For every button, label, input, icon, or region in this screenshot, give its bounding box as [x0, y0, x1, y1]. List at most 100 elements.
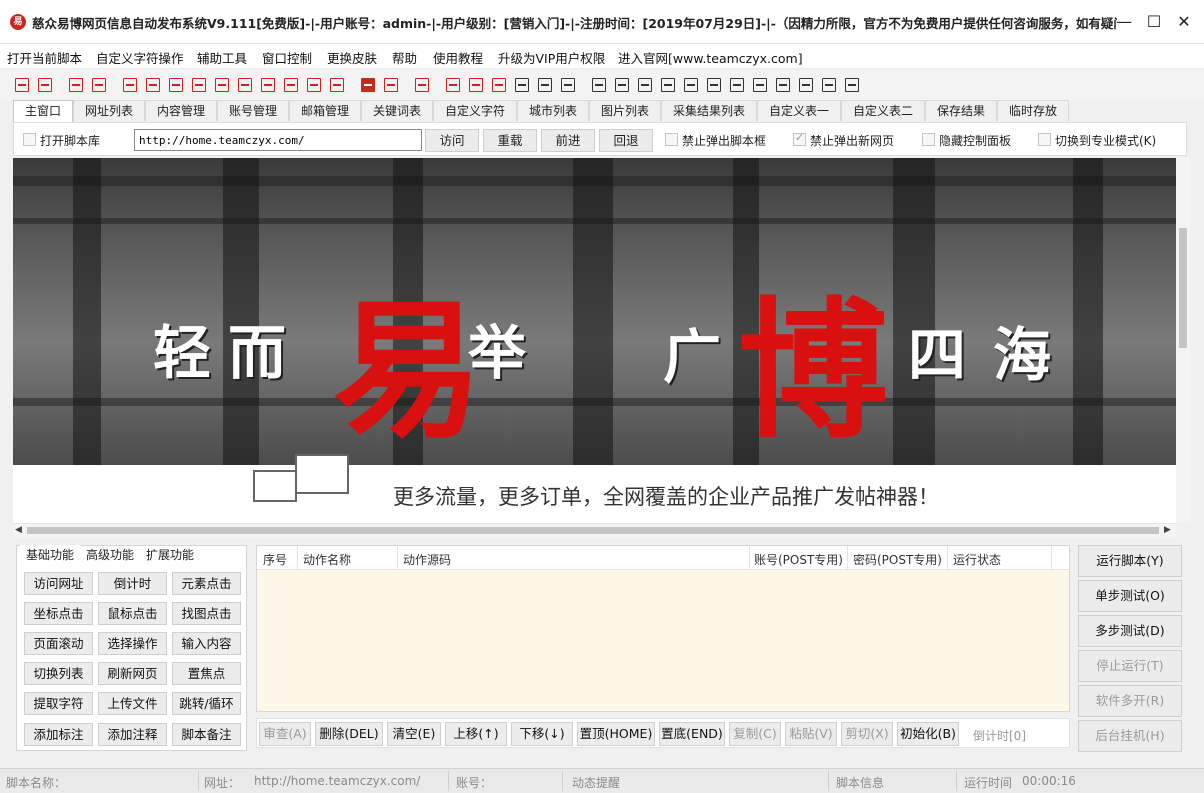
mouse-click-button[interactable]: 鼠标点击 [98, 602, 167, 625]
scroll-left-icon[interactable]: ◀ [15, 525, 22, 535]
calendar-icon[interactable] [561, 78, 575, 92]
chart-icon[interactable] [415, 78, 429, 92]
tab-custom-chars[interactable]: 自定义字符 [433, 100, 517, 121]
js-icon[interactable] [592, 78, 606, 92]
pro-mode-checkbox[interactable] [1038, 133, 1051, 146]
horizontal-scroll-thumb[interactable] [27, 527, 1159, 534]
maximize-button[interactable]: ☐ [1140, 8, 1168, 36]
menu-window-control[interactable]: 窗口控制 [262, 48, 312, 67]
script-note-button[interactable]: 脚本备注 [172, 723, 241, 746]
tab-temp-storage[interactable]: 临时存放 [997, 100, 1069, 121]
image-icon[interactable] [492, 78, 506, 92]
initialize-button[interactable]: 初始化(B) [897, 722, 959, 746]
tab-collect-results[interactable]: 采集结果列表 [661, 100, 757, 121]
picture-icon[interactable] [845, 78, 859, 92]
visit-url-button[interactable]: 访问网址 [24, 572, 93, 595]
stop-run-button[interactable]: 停止运行(T) [1078, 650, 1182, 682]
menu-tools[interactable]: 辅助工具 [197, 48, 247, 67]
select-action-button[interactable]: 选择操作 [98, 632, 167, 655]
block-new-page-checkbox[interactable] [793, 131, 806, 146]
minimize-button[interactable]: — [1110, 8, 1138, 36]
multi-instance-button[interactable]: 软件多开(R) [1078, 685, 1182, 717]
text-icon[interactable] [615, 78, 629, 92]
action-table[interactable]: 序号 动作名称 动作源码 账号(POST专用) 密码(POST专用) 运行状态 [256, 545, 1070, 712]
table-icon[interactable] [638, 78, 652, 92]
add-label-button[interactable]: 添加标注 [24, 723, 93, 746]
import-icon[interactable] [15, 78, 29, 92]
columns-icon[interactable] [661, 78, 675, 92]
reload-button[interactable]: 重载 [483, 129, 537, 152]
move-to-top-button[interactable]: 置顶(HOME) [577, 722, 655, 746]
back-button[interactable]: 回退 [599, 129, 653, 152]
new-window-icon[interactable] [69, 78, 83, 92]
record-icon[interactable] [384, 78, 398, 92]
window-icon[interactable] [307, 78, 321, 92]
grid-icon[interactable] [538, 78, 552, 92]
upload-file-button[interactable]: 上传文件 [98, 692, 167, 715]
delete-box-icon[interactable] [169, 78, 183, 92]
input-content-button[interactable]: 输入内容 [172, 632, 241, 655]
menu-help[interactable]: 帮助 [392, 48, 417, 67]
switch-list-button[interactable]: 切换列表 [24, 662, 93, 685]
jump-loop-button[interactable]: 跳转/循环 [172, 692, 241, 715]
tab-email[interactable]: 邮箱管理 [289, 100, 361, 121]
extract-chars-button[interactable]: 提取字符 [24, 692, 93, 715]
frame-icon[interactable] [330, 78, 344, 92]
coordinate-click-button[interactable]: 坐标点击 [24, 602, 93, 625]
align-icon[interactable] [776, 78, 790, 92]
list-view-icon[interactable] [753, 78, 767, 92]
ip-icon[interactable] [799, 78, 813, 92]
refresh-page-button[interactable]: 刷新网页 [98, 662, 167, 685]
post-icon[interactable] [730, 78, 744, 92]
background-run-button[interactable]: 后台挂机(H) [1078, 720, 1182, 752]
rows-icon[interactable] [684, 78, 698, 92]
close-button[interactable]: ✕ [1170, 8, 1198, 36]
tab-url-list[interactable]: 网址列表 [73, 100, 145, 121]
page-scroll-button[interactable]: 页面滚动 [24, 632, 93, 655]
tab-images[interactable]: 图片列表 [589, 100, 661, 121]
run-script-button[interactable]: 运行脚本(Y) [1078, 545, 1182, 577]
move-down-button[interactable]: 下移(↓) [511, 722, 573, 746]
menu-custom-chars[interactable]: 自定义字符操作 [96, 48, 184, 67]
url-input[interactable] [134, 129, 422, 151]
menu-tutorial[interactable]: 使用教程 [433, 48, 483, 67]
tab-advanced-functions[interactable]: 高级功能 [80, 545, 140, 565]
open-library-checkbox[interactable] [23, 133, 36, 146]
forward-button[interactable]: 前进 [541, 129, 595, 152]
menu-upgrade-vip[interactable]: 升级为VIP用户权限 [498, 48, 605, 67]
tab-main-window[interactable]: 主窗口 [13, 100, 73, 122]
tab-content[interactable]: 内容管理 [145, 100, 217, 121]
find-image-click-button[interactable]: 找图点击 [172, 602, 241, 625]
move-up-icon[interactable] [284, 78, 298, 92]
scroll-right-icon[interactable]: ▶ [1164, 525, 1171, 535]
filled-red-icon[interactable] [361, 78, 375, 92]
inspect-button[interactable]: 审查(A) [259, 722, 311, 746]
tab-saved-results[interactable]: 保存结果 [925, 100, 997, 121]
clear-button[interactable]: 清空(E) [387, 722, 441, 746]
tab-extended-functions[interactable]: 扩展功能 [140, 545, 200, 565]
tab-custom-table-1[interactable]: 自定义表一 [757, 100, 841, 121]
move-top-icon[interactable] [146, 78, 160, 92]
set-focus-button[interactable]: 置焦点 [172, 662, 241, 685]
doc-icon[interactable] [707, 78, 721, 92]
add-comment-button[interactable]: 添加注释 [98, 723, 167, 746]
tab-accounts[interactable]: 账号管理 [217, 100, 289, 121]
horizontal-scrollbar[interactable]: ◀ ▶ [13, 523, 1176, 537]
copy-icon[interactable] [215, 78, 229, 92]
multi-step-test-button[interactable]: 多步测试(D) [1078, 615, 1182, 647]
single-step-test-button[interactable]: 单步测试(O) [1078, 580, 1182, 612]
tab-basic-functions[interactable]: 基础功能 [20, 545, 80, 565]
list-icon[interactable] [92, 78, 106, 92]
move-to-bottom-button[interactable]: 置底(END) [659, 722, 725, 746]
edit-icon[interactable] [822, 78, 836, 92]
script-icon[interactable] [446, 78, 460, 92]
move-up-button[interactable]: 上移(↑) [445, 722, 507, 746]
grid-red-icon[interactable] [469, 78, 483, 92]
menu-open-script[interactable]: 打开当前脚本 [7, 48, 82, 67]
menu-skin[interactable]: 更换皮肤 [327, 48, 377, 67]
move-down-icon[interactable] [261, 78, 275, 92]
cut-icon[interactable] [238, 78, 252, 92]
vertical-scrollbar[interactable] [1176, 158, 1190, 523]
tab-custom-table-2[interactable]: 自定义表二 [841, 100, 925, 121]
trash-icon[interactable] [192, 78, 206, 92]
